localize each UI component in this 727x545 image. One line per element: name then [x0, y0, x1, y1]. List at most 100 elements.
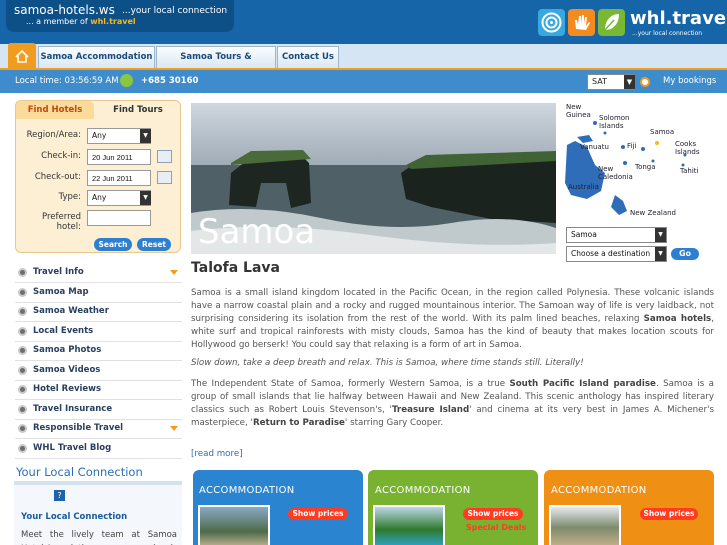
- chevron-down-icon: [170, 270, 178, 275]
- map-label-vanuatu: Vanuatu: [580, 143, 609, 151]
- search-button[interactable]: Search: [94, 238, 132, 251]
- card-title: ACCOMMODATION: [375, 485, 471, 496]
- local-time: Local time: 03:56:59 AM: [15, 76, 119, 86]
- destination-select[interactable]: Samoa: [566, 227, 667, 243]
- show-prices-button[interactable]: Show prices: [640, 508, 698, 520]
- sidebar-item-label: Hotel Reviews: [33, 384, 102, 394]
- map-label-new-caledonia: New Caledonia: [598, 165, 633, 181]
- map-label-new-guinea: New Guinea: [566, 103, 591, 119]
- chevron-down-icon: [170, 426, 178, 431]
- phone-number: +685 30160: [141, 76, 199, 86]
- show-prices-button[interactable]: Show prices: [463, 508, 523, 520]
- card-title: ACCOMMODATION: [199, 485, 295, 496]
- hero-title: Samoa: [198, 212, 316, 252]
- choose-destination-select[interactable]: Choose a destination: [566, 246, 667, 262]
- sidebar-item-label: WHL Travel Blog: [33, 443, 112, 453]
- member-prefix: ... a member of: [26, 17, 88, 26]
- local-connection-text: Meet the lively team at Samoa Hotel Asso…: [21, 530, 177, 545]
- bullet-icon: [18, 385, 27, 394]
- my-bookings-link[interactable]: My bookings: [663, 76, 716, 86]
- preferred-hotel-input[interactable]: [87, 210, 151, 226]
- member-note: ... a member of whl.travel: [26, 17, 136, 26]
- sidebar-item-travel-insurance[interactable]: Travel Insurance: [15, 400, 182, 420]
- bullet-icon: [18, 424, 27, 433]
- history-paragraph: The Independent State of Samoa, formerly…: [191, 378, 714, 430]
- checkin-input[interactable]: [87, 149, 151, 165]
- map-label-samoa: Samoa: [650, 128, 675, 136]
- map-label-tahiti: Tahiti: [680, 167, 699, 175]
- member-brand[interactable]: whl.travel: [90, 17, 135, 26]
- tab-samoa-accommodation[interactable]: Samoa Accommodation: [38, 46, 155, 68]
- card-title: ACCOMMODATION: [551, 485, 647, 496]
- intro-paragraph: Samoa is a small island kingdom located …: [191, 287, 714, 352]
- map-label-australia: Australia: [568, 183, 599, 191]
- bullet-icon: [18, 405, 27, 414]
- leaf-icon: [598, 9, 625, 36]
- sidebar-item-samoa-map[interactable]: Samoa Map: [15, 283, 182, 303]
- preferred-hotel-label: Preferred hotel:: [41, 212, 81, 232]
- bullet-icon: [18, 327, 27, 336]
- chevron-down-icon[interactable]: ▼: [624, 75, 635, 89]
- tab-find-hotels[interactable]: Find Hotels: [16, 101, 94, 119]
- read-more-link[interactable]: [read more]: [191, 449, 243, 459]
- card-image[interactable]: [549, 505, 621, 545]
- sidebar-item-whl-blog[interactable]: WHL Travel Blog: [15, 439, 182, 459]
- hand-icon: [568, 9, 595, 36]
- map-label-fiji: Fiji: [627, 142, 637, 150]
- chevron-down-icon[interactable]: ▼: [655, 228, 666, 242]
- sidebar-item-label: Responsible Travel: [33, 423, 124, 433]
- map-label-new-zealand: New Zealand: [630, 209, 676, 217]
- map-label-solomon-islands: Solomon Islands: [599, 114, 630, 130]
- calendar-icon[interactable]: [157, 171, 172, 184]
- bullet-icon: [18, 346, 27, 355]
- tab-contact-us[interactable]: Contact Us: [277, 46, 339, 68]
- home-button[interactable]: [8, 43, 36, 69]
- chevron-down-icon[interactable]: ▼: [655, 247, 666, 261]
- local-connection-heading: Your Local Connection: [16, 465, 143, 479]
- tab-samoa-tours[interactable]: Samoa Tours & Activities: [156, 46, 276, 82]
- bullet-icon: [18, 288, 27, 297]
- sidebar-item-label: Samoa Weather: [33, 306, 109, 316]
- checkout-input[interactable]: [87, 170, 151, 186]
- bullet-icon: [18, 366, 27, 375]
- bullet-icon: [18, 268, 27, 277]
- help-icon: ?: [54, 490, 65, 501]
- whl-logo-sub: ...your local connection: [632, 30, 703, 37]
- chevron-down-icon[interactable]: ▼: [140, 129, 151, 143]
- card-image[interactable]: [373, 505, 445, 545]
- page-heading: Talofa Lava: [191, 260, 280, 276]
- show-prices-button[interactable]: Show prices: [288, 508, 348, 520]
- sidebar-item-local-events[interactable]: Local Events: [15, 322, 182, 342]
- home-icon: [15, 49, 29, 63]
- sidebar-item-samoa-photos[interactable]: Samoa Photos: [15, 341, 182, 361]
- sidebar-item-samoa-videos[interactable]: Samoa Videos: [15, 361, 182, 381]
- slow-down-paragraph: Slow down, take a deep breath and relax.…: [191, 358, 584, 368]
- sidebar-item-travel-info[interactable]: Travel Info: [15, 263, 182, 283]
- checkout-label: Check-out:: [34, 172, 81, 182]
- sidebar-item-label: Samoa Map: [33, 287, 89, 297]
- sidebar-item-label: Travel Insurance: [33, 404, 113, 414]
- sidebar-item-hotel-reviews[interactable]: Hotel Reviews: [15, 380, 182, 400]
- tab-find-tours[interactable]: Find Tours: [96, 101, 180, 119]
- whl-logo-text[interactable]: whl.travel: [630, 8, 727, 29]
- paradise-text: South Pacific Island paradise: [509, 379, 656, 389]
- calendar-icon[interactable]: [157, 150, 172, 163]
- site-tagline: ...your local connection: [122, 6, 228, 16]
- go-button[interactable]: Go: [671, 248, 699, 260]
- card-image[interactable]: [198, 505, 270, 545]
- bullet-icon: [18, 307, 27, 316]
- sidebar-item-label: Samoa Photos: [33, 345, 102, 355]
- map-label-tonga: Tonga: [635, 163, 656, 171]
- region-label: Region/Area:: [26, 130, 81, 140]
- samoa-hotels-link[interactable]: Samoa hotels: [644, 314, 712, 324]
- sidebar-item-responsible-travel[interactable]: Responsible Travel: [15, 419, 182, 439]
- sidebar-item-label: Samoa Videos: [33, 365, 101, 375]
- special-deals-link[interactable]: Special Deals: [466, 523, 526, 532]
- checkin-label: Check-in:: [41, 151, 81, 161]
- reset-button[interactable]: Reset: [137, 238, 171, 251]
- chevron-down-icon[interactable]: ▼: [140, 191, 151, 205]
- sidebar-item-samoa-weather[interactable]: Samoa Weather: [15, 302, 182, 322]
- local-connection-title[interactable]: Your Local Connection: [21, 512, 127, 522]
- site-name[interactable]: samoa-hotels.ws: [14, 3, 115, 17]
- treasure-island-text: Treasure Island: [391, 405, 470, 415]
